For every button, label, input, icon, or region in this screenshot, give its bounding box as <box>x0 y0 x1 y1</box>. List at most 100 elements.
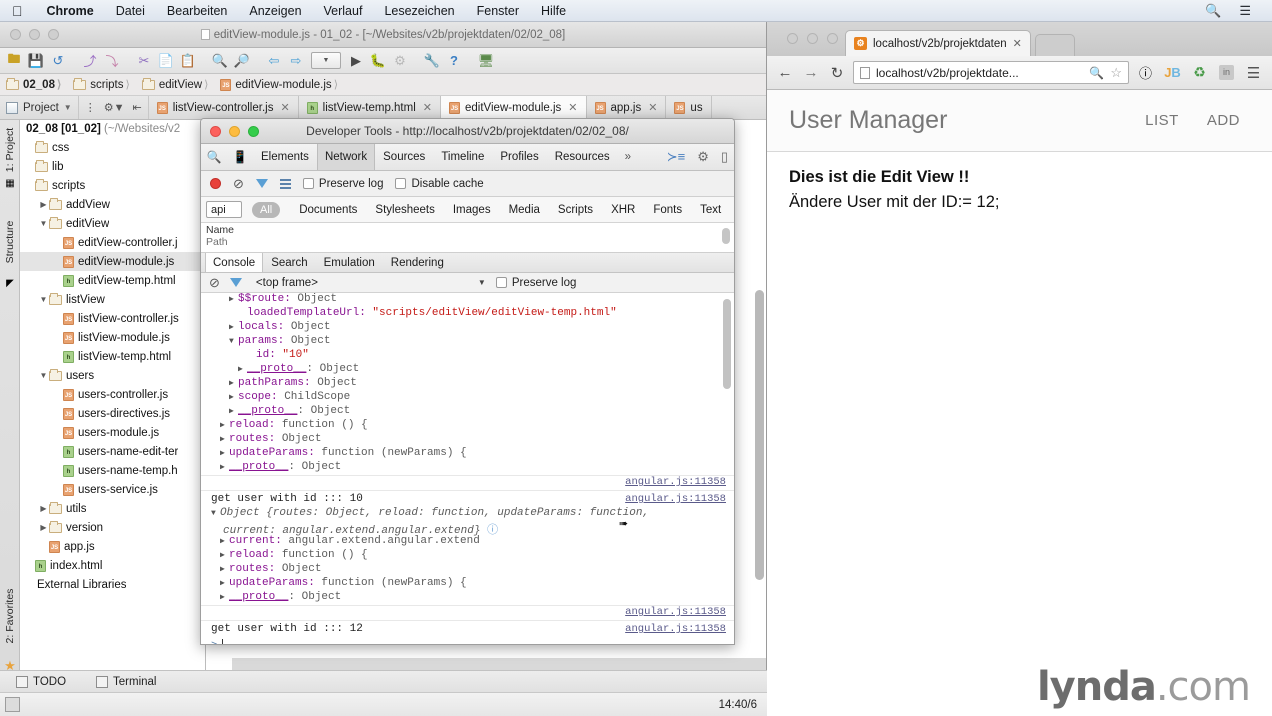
console-output[interactable]: ▶ $$route: Object loadedTemplateUrl: "scr… <box>201 293 734 644</box>
network-filter-input[interactable]: api <box>206 201 242 218</box>
tree-item[interactable]: ▼ users <box>20 366 205 385</box>
column-header-name[interactable]: Name <box>206 224 234 236</box>
group-icon[interactable] <box>279 178 291 189</box>
preserve-log-checkbox[interactable]: Preserve log <box>302 178 383 190</box>
console-object-preview[interactable]: ▼ Object {routes: Object, reload: functio… <box>201 507 734 521</box>
console-object-preview[interactable]: current: angular.extend.angular.extend} … <box>201 521 734 537</box>
structure-tool-icon[interactable]: ◤ <box>3 278 17 292</box>
disclosure-right-icon[interactable]: ▶ <box>220 536 229 546</box>
browser-tab-inactive[interactable] <box>1034 34 1075 56</box>
close-icon[interactable]: ✕ <box>1013 37 1022 50</box>
chevron-right-icon[interactable]: ▶ <box>38 200 49 209</box>
editor-vscrollbar[interactable] <box>755 290 764 580</box>
replace-icon[interactable]: 🔎 <box>232 51 252 71</box>
find-icon[interactable]: 🔍 <box>210 51 230 71</box>
menu-item-bearbeiten[interactable]: Bearbeiten <box>156 4 238 18</box>
console-input[interactable] <box>221 639 223 644</box>
gear-icon[interactable]: ⚙▼ <box>104 101 125 114</box>
tree-item[interactable]: JS editView-module.js <box>20 252 205 271</box>
type-filter-xhr[interactable]: XHR <box>602 204 644 216</box>
browser-tab-active[interactable]: ⚙ localhost/v2b/projektdaten ✕ <box>845 30 1031 56</box>
file-tree[interactable]: css lib scripts ▶ addView ▼ editView JS editV… <box>20 137 205 594</box>
breadcrumb-item-0[interactable]: 02_08 ⟩ <box>6 77 73 91</box>
console-object-line[interactable]: ▶ reload: function () { <box>201 549 734 563</box>
drawer-tab-console[interactable]: Console <box>205 253 264 272</box>
build-icon[interactable]: 🔧 <box>422 51 442 71</box>
tree-item[interactable]: h index.html <box>20 556 205 575</box>
inspect-icon[interactable]: 🔍 <box>201 150 227 164</box>
type-filter-scripts[interactable]: Scripts <box>549 204 602 216</box>
collapse-all-button[interactable]: ⋮ ⚙▼ ⇤ <box>79 96 149 119</box>
console-object-line[interactable]: ▶ routes: Object <box>201 433 734 447</box>
editor-tab-listview-controller[interactable]: JS listView-controller.js ✕ <box>149 96 299 119</box>
type-filter-stylesheets[interactable]: Stylesheets <box>366 204 443 216</box>
apple-logo-icon[interactable]:  <box>0 4 36 18</box>
sync-icon[interactable]: ↺ <box>48 51 68 71</box>
tree-item[interactable]: ▶ utils <box>20 499 205 518</box>
console-object-line[interactable]: ▶ routes: Object <box>201 563 734 577</box>
disclosure-right-icon[interactable]: ▶ <box>220 420 229 430</box>
statusbar-todo-button[interactable]: TODO <box>0 675 80 688</box>
tree-item[interactable]: JS users-service.js <box>20 480 205 499</box>
maximize-button[interactable] <box>827 33 838 44</box>
console-source-link[interactable]: angular.js:11358 <box>625 623 726 635</box>
menu-item-chrome[interactable]: Chrome <box>36 4 105 18</box>
nav-link-list[interactable]: LIST <box>1145 112 1179 129</box>
cut-icon[interactable]: ✂ <box>134 51 154 71</box>
console-context-selector[interactable]: <top frame> <box>256 277 318 289</box>
console-object-line[interactable]: ▶ __proto__: Object <box>201 363 734 377</box>
tab-timeline[interactable]: Timeline <box>433 144 492 170</box>
statusbar-terminal-button[interactable]: Terminal <box>80 675 170 688</box>
forward-icon[interactable]: ⇨ <box>286 51 306 71</box>
drawer-tab-rendering[interactable]: Rendering <box>383 253 452 272</box>
undo-icon[interactable]: ⤴ <box>80 51 100 71</box>
console-source-link[interactable]: angular.js:11358 <box>625 493 726 505</box>
tree-item[interactable]: JS listView-module.js <box>20 328 205 347</box>
clear-icon[interactable]: ⊘ <box>233 176 244 192</box>
tab-sources[interactable]: Sources <box>375 144 433 170</box>
console-object-line[interactable]: ▶ __proto__: Object <box>201 461 734 475</box>
save-all-icon[interactable]: 💾 <box>26 51 46 71</box>
console-object-line[interactable]: ▶ updateParams: function (newParams) { <box>201 577 734 591</box>
rail-tool-structure[interactable]: Structure <box>4 216 16 268</box>
type-filter-images[interactable]: Images <box>444 204 500 216</box>
disclosure-right-icon[interactable]: ▶ <box>220 448 229 458</box>
device-mode-icon[interactable]: 📱 <box>227 150 253 164</box>
notification-center-icon[interactable]: ☰ <box>1230 3 1260 19</box>
checkbox-box[interactable] <box>302 178 314 189</box>
console-object-line[interactable]: ▶ locals: Object <box>201 321 734 335</box>
paste-icon[interactable]: 📋 <box>178 51 198 71</box>
open-folder-icon[interactable]: 🖿 <box>4 51 24 71</box>
tree-item[interactable]: JS app.js <box>20 537 205 556</box>
chevron-right-icon[interactable]: ▶ <box>38 504 49 513</box>
tree-item[interactable]: ▶ addView <box>20 195 205 214</box>
console-prompt-row[interactable]: > <box>201 637 734 644</box>
editor-tab-listview-temp[interactable]: h listView-temp.html ✕ <box>299 96 441 119</box>
menu-item-fenster[interactable]: Fenster <box>466 4 530 18</box>
tree-item[interactable]: scripts <box>20 176 205 195</box>
chevron-right-icon[interactable]: ▶ <box>38 523 49 532</box>
disable-cache-checkbox[interactable]: Disable cache <box>395 178 484 190</box>
disclosure-down-icon[interactable]: ▼ <box>229 337 238 346</box>
close-button[interactable] <box>787 33 798 44</box>
run-icon[interactable]: ▶ <box>346 51 366 71</box>
chevron-down-icon[interactable]: ▼ <box>38 371 49 380</box>
search-icon[interactable]: 🔍 <box>1196 3 1230 19</box>
chevron-down-icon[interactable]: ▼ <box>478 278 486 287</box>
linkedin-icon[interactable]: in <box>1216 65 1237 80</box>
breadcrumb-item-3[interactable]: JS editView-module.js ⟩ <box>220 78 350 91</box>
zoom-icon[interactable]: 🔍 <box>1089 66 1104 80</box>
chevron-down-icon[interactable]: ▼ <box>64 103 72 112</box>
back-icon[interactable]: ⇦ <box>264 51 284 71</box>
console-source-link[interactable]: angular.js:11358 <box>625 476 726 488</box>
tab-profiles[interactable]: Profiles <box>492 144 546 170</box>
console-object-line[interactable]: ▼ params: Object <box>201 335 734 349</box>
disclosure-right-icon[interactable]: ▶ <box>229 294 238 304</box>
network-list-scrollbar[interactable] <box>722 228 730 244</box>
project-tree-panel[interactable]: 02_08 [01_02] (~/Websites/v2 css lib scr… <box>20 120 206 704</box>
menu-item-verlauf[interactable]: Verlauf <box>313 4 374 18</box>
type-filter-text[interactable]: Text <box>691 204 730 216</box>
tree-item[interactable]: ▶ version <box>20 518 205 537</box>
info-icon[interactable]: ⓘ <box>1135 63 1156 82</box>
tree-item[interactable]: JS users-module.js <box>20 423 205 442</box>
